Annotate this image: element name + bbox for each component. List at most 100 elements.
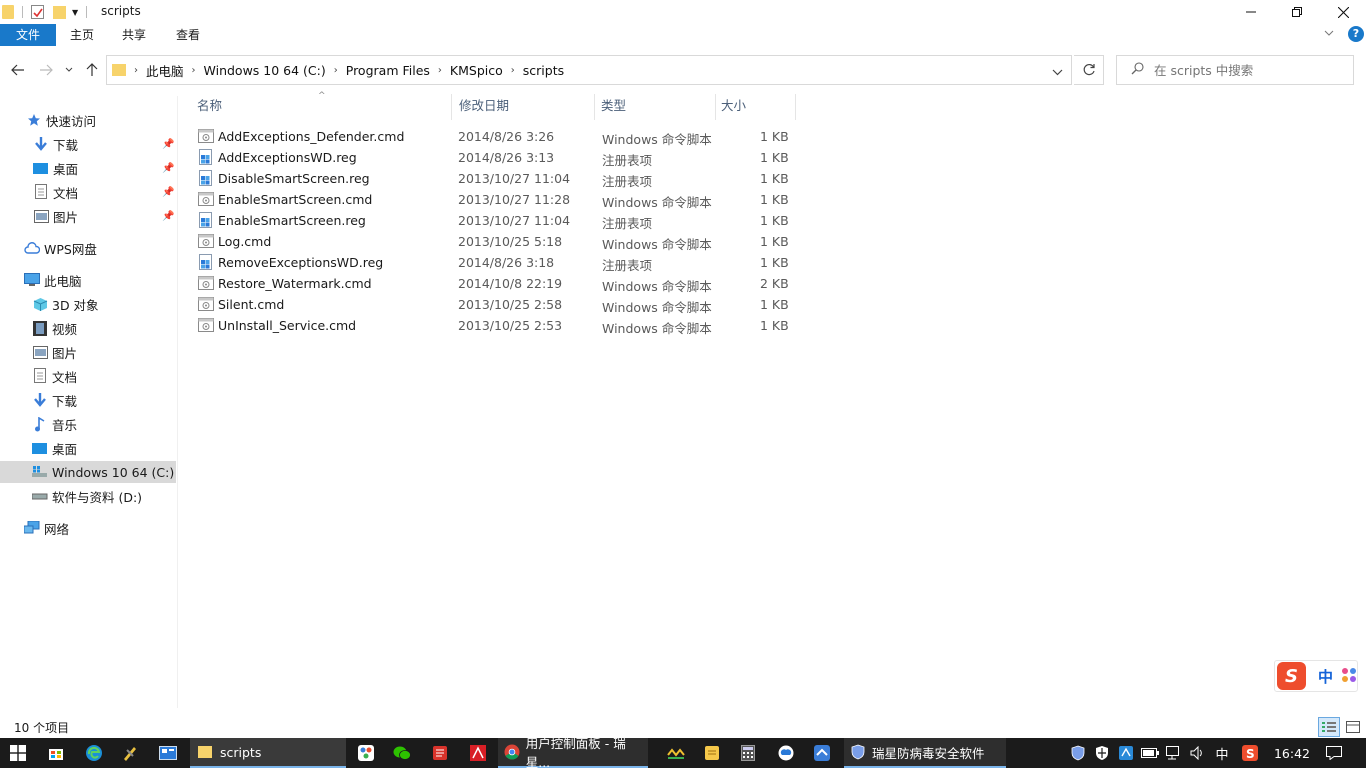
sidebar-item-downloads[interactable]: 下载 bbox=[0, 389, 176, 411]
chevron-down-icon[interactable]: ▼ bbox=[72, 8, 78, 17]
taskbar-edge[interactable] bbox=[78, 738, 110, 768]
up-button[interactable] bbox=[82, 60, 102, 80]
taskbar-wechat[interactable] bbox=[386, 738, 418, 768]
file-row[interactable]: AddExceptionsWD.reg 2014/8/26 3:13 注册表项 1 K… bbox=[194, 147, 800, 168]
tab-home[interactable]: 主页 bbox=[56, 24, 108, 46]
taskbar-rising-antivirus[interactable]: 瑞星防病毒安全软件 bbox=[844, 738, 1006, 768]
sidebar-item-pictures[interactable]: 图片 bbox=[0, 341, 176, 363]
address-bar[interactable]: › 此电脑 › Windows 10 64 (C:) › Program Fil… bbox=[106, 55, 1072, 85]
sidebar-item-downloads-pinned[interactable]: 下载 📌 bbox=[0, 133, 176, 155]
taskbar-app-5[interactable] bbox=[696, 738, 728, 768]
sidebar-item-wps-drive[interactable]: WPS网盘 bbox=[0, 237, 176, 259]
file-row[interactable]: DisableSmartScreen.reg 2013/10/27 11:04 注册… bbox=[194, 168, 800, 189]
taskbar-app-6[interactable] bbox=[770, 738, 802, 768]
refresh-button[interactable] bbox=[1074, 55, 1104, 85]
column-header-name[interactable]: 名称 bbox=[180, 94, 452, 120]
search-box[interactable] bbox=[1116, 55, 1354, 85]
action-center-button[interactable] bbox=[1322, 738, 1346, 768]
properties-icon[interactable] bbox=[31, 5, 44, 19]
ime-mode-label[interactable]: 中 bbox=[1318, 666, 1333, 687]
large-icons-view-button[interactable] bbox=[1343, 717, 1363, 737]
chevron-right-icon[interactable]: › bbox=[332, 65, 340, 76]
column-header-type[interactable]: 类型 bbox=[595, 94, 716, 120]
file-row[interactable]: EnableSmartScreen.cmd 2013/10/27 11:28 Win… bbox=[194, 189, 800, 210]
new-folder-icon[interactable] bbox=[53, 5, 66, 19]
help-icon[interactable]: ? bbox=[1348, 26, 1364, 42]
breadcrumb-drive-c[interactable]: Windows 10 64 (C:) bbox=[198, 63, 332, 78]
taskbar-app-1[interactable] bbox=[350, 738, 382, 768]
taskbar-tool[interactable] bbox=[114, 738, 146, 768]
tray-app-icon[interactable] bbox=[1114, 738, 1138, 768]
breadcrumb-kmspico[interactable]: KMSpico bbox=[444, 63, 509, 78]
taskbar-app-7[interactable] bbox=[806, 738, 838, 768]
expand-ribbon-icon[interactable] bbox=[1324, 27, 1334, 41]
breadcrumb-this-pc[interactable]: 此电脑 bbox=[140, 61, 190, 80]
tab-share[interactable]: 共享 bbox=[108, 24, 160, 46]
tray-battery-icon[interactable] bbox=[1138, 738, 1162, 768]
sidebar-item-3d-objects[interactable]: 3D 对象 bbox=[0, 293, 176, 315]
sidebar-item-drive-d[interactable]: 软件与资料 (D:) bbox=[0, 485, 176, 507]
details-view-button[interactable] bbox=[1318, 717, 1340, 737]
taskbar-calculator[interactable] bbox=[732, 738, 764, 768]
file-row[interactable]: EnableSmartScreen.reg 2013/10/27 11:04 注册表… bbox=[194, 210, 800, 231]
title-bar: ▼ scripts bbox=[0, 0, 1366, 24]
breadcrumb-program-files[interactable]: Program Files bbox=[340, 63, 436, 78]
sidebar-item-documents[interactable]: 文档 bbox=[0, 365, 176, 387]
tray-ime-indicator[interactable]: 中 bbox=[1210, 738, 1234, 768]
file-row[interactable]: Restore_Watermark.cmd 2014/10/8 22:19 Wind… bbox=[194, 273, 800, 294]
recent-locations-button[interactable] bbox=[62, 60, 76, 80]
sidebar-item-documents-pinned[interactable]: 文档 📌 bbox=[0, 181, 176, 203]
tray-clock[interactable]: 16:42 bbox=[1270, 738, 1314, 768]
tray-defender-icon[interactable] bbox=[1090, 738, 1114, 768]
taskbar-app-4[interactable] bbox=[660, 738, 692, 768]
taskbar-app-store[interactable] bbox=[40, 738, 72, 768]
minimize-button[interactable] bbox=[1228, 0, 1274, 24]
pin-icon[interactable]: 📌 bbox=[162, 211, 174, 222]
taskbar-explorer-scripts[interactable]: scripts bbox=[190, 738, 346, 768]
chevron-right-icon[interactable]: › bbox=[509, 65, 517, 76]
sidebar-item-quick-access[interactable]: 快速访问 bbox=[0, 109, 176, 131]
file-row[interactable]: UnInstall_Service.cmd 2013/10/25 2:53 Wind… bbox=[194, 315, 800, 336]
column-header-size[interactable]: 大小 bbox=[716, 94, 796, 120]
file-name: Silent.cmd bbox=[218, 297, 285, 312]
file-row[interactable]: Silent.cmd 2013/10/25 2:58 Windows 命令脚本 1 K… bbox=[194, 294, 800, 315]
ime-apps-icon[interactable] bbox=[1341, 667, 1357, 686]
sidebar-item-videos[interactable]: 视频 bbox=[0, 317, 176, 339]
file-row[interactable]: Log.cmd 2013/10/25 5:18 Windows 命令脚本 1 KB bbox=[194, 231, 800, 252]
sidebar-item-desktop[interactable]: 桌面 bbox=[0, 437, 176, 459]
start-button[interactable] bbox=[0, 738, 36, 768]
tray-sogou-icon[interactable]: S bbox=[1238, 738, 1262, 768]
sogou-logo-icon[interactable]: S bbox=[1277, 662, 1306, 690]
taskbar-control[interactable] bbox=[152, 738, 184, 768]
sidebar-item-music[interactable]: 音乐 bbox=[0, 413, 176, 435]
pin-icon[interactable]: 📌 bbox=[162, 163, 174, 174]
file-row[interactable]: AddExceptions_Defender.cmd 2014/8/26 3:26… bbox=[194, 126, 800, 147]
ime-floating-bar[interactable]: S 中 bbox=[1274, 660, 1358, 692]
sidebar-item-pictures-pinned[interactable]: 图片 📌 bbox=[0, 205, 176, 227]
forward-button[interactable] bbox=[36, 60, 56, 80]
sidebar-item-desktop-pinned[interactable]: 桌面 📌 bbox=[0, 157, 176, 179]
tray-rising-icon[interactable] bbox=[1066, 738, 1090, 768]
taskbar-app-2[interactable] bbox=[424, 738, 456, 768]
sidebar-item-network[interactable]: 网络 bbox=[0, 517, 176, 539]
breadcrumb-scripts[interactable]: scripts bbox=[517, 63, 570, 78]
tray-network-icon[interactable] bbox=[1162, 738, 1186, 768]
close-button[interactable] bbox=[1320, 0, 1366, 24]
sidebar-item-this-pc[interactable]: 此电脑 bbox=[0, 269, 176, 291]
chevron-right-icon[interactable]: › bbox=[436, 65, 444, 76]
file-row[interactable]: RemoveExceptionsWD.reg 2014/8/26 3:18 注册表项… bbox=[194, 252, 800, 273]
chevron-right-icon[interactable]: › bbox=[190, 65, 198, 76]
address-history-icon[interactable] bbox=[1052, 65, 1063, 79]
restore-button[interactable] bbox=[1274, 0, 1320, 24]
tray-volume-icon[interactable] bbox=[1186, 738, 1210, 768]
tab-file[interactable]: 文件 bbox=[0, 24, 56, 46]
taskbar-chrome[interactable]: 用户控制面板 - 瑞星... bbox=[498, 736, 648, 770]
column-header-date[interactable]: 修改日期 bbox=[452, 94, 595, 120]
back-button[interactable] bbox=[8, 60, 28, 80]
pin-icon[interactable]: 📌 bbox=[162, 139, 174, 150]
tab-view[interactable]: 查看 bbox=[162, 24, 214, 46]
taskbar-app-3[interactable] bbox=[462, 738, 494, 768]
sidebar-item-drive-c[interactable]: Windows 10 64 (C:) bbox=[0, 461, 176, 483]
search-input[interactable] bbox=[1154, 62, 1344, 78]
pin-icon[interactable]: 📌 bbox=[162, 187, 174, 198]
